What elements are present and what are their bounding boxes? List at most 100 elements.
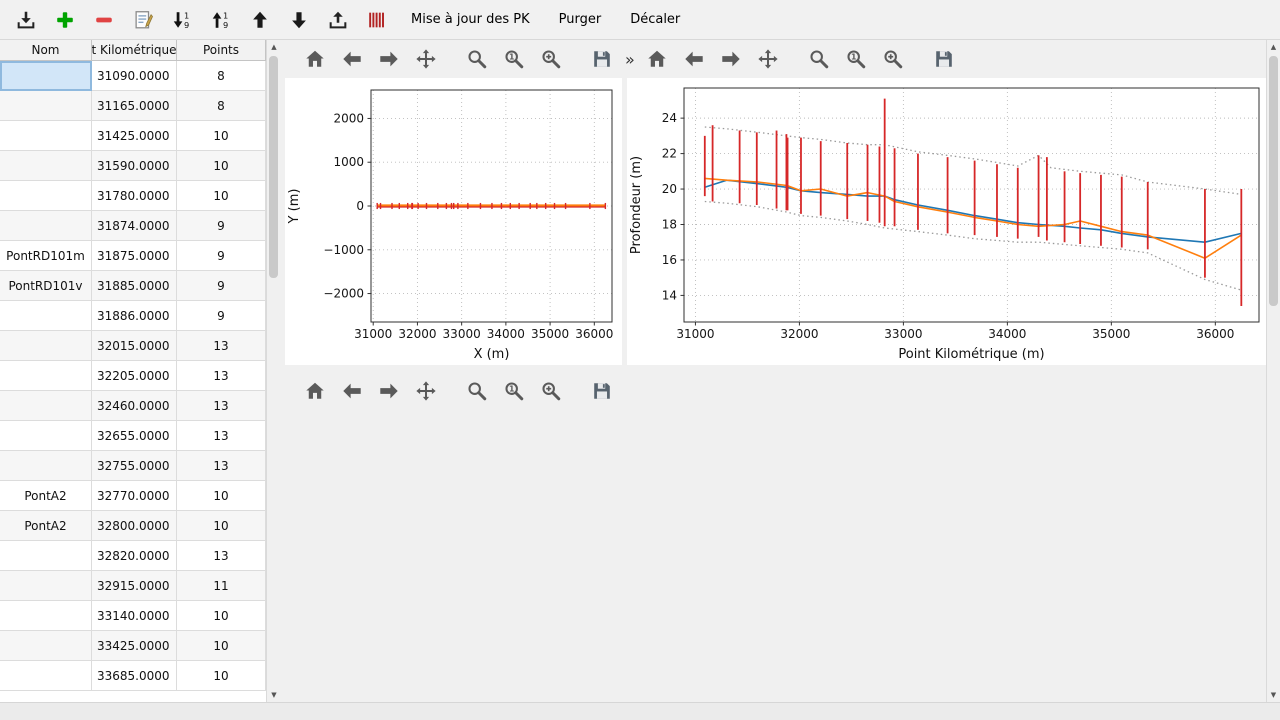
cell-points[interactable]: 10 [177,181,266,211]
cell-pk[interactable]: 31780.0000 [92,181,177,211]
cell-nom[interactable] [0,121,92,151]
zoom-in-button[interactable] [879,45,907,73]
home-button[interactable] [301,377,329,405]
zoom-original-button[interactable] [500,377,528,405]
cell-nom[interactable]: PontA2 [0,511,92,541]
zoom-rect-button[interactable] [463,45,491,73]
table-scrollbar[interactable]: ▲ ▼ [266,40,281,702]
cell-pk[interactable]: 33425.0000 [92,631,177,661]
move-up-button[interactable] [246,6,274,34]
home-button[interactable] [301,45,329,73]
move-down-button[interactable] [285,6,313,34]
plan-view-plot[interactable]: 310003200033000340003500036000−2000−1000… [285,78,622,365]
cell-pk[interactable]: 31425.0000 [92,121,177,151]
cell-nom[interactable] [0,661,92,691]
scroll-down-arrow-icon[interactable]: ▼ [267,688,281,702]
cell-nom[interactable] [0,61,92,91]
cell-points[interactable]: 10 [177,631,266,661]
cell-points[interactable]: 10 [177,151,266,181]
pan-button[interactable] [412,45,440,73]
zoom-rect-button[interactable] [463,377,491,405]
cell-pk[interactable]: 33140.0000 [92,601,177,631]
cell-nom[interactable] [0,541,92,571]
cell-nom[interactable] [0,601,92,631]
cell-pk[interactable]: 32800.0000 [92,511,177,541]
cell-points[interactable]: 10 [177,661,266,691]
cell-points[interactable]: 13 [177,451,266,481]
cell-nom[interactable] [0,211,92,241]
cell-nom[interactable]: PontRD101v [0,271,92,301]
cell-points[interactable]: 9 [177,271,266,301]
cell-points[interactable]: 8 [177,61,266,91]
purge-button[interactable]: Purger [550,8,611,31]
cell-points[interactable]: 9 [177,301,266,331]
save-figure-button[interactable] [930,45,958,73]
horizontal-scrollbar-track[interactable] [0,702,1280,720]
cell-pk[interactable]: 32205.0000 [92,361,177,391]
cell-pk[interactable]: 31090.0000 [92,61,177,91]
cell-nom[interactable]: PontRD101m [0,241,92,271]
column-header-pk[interactable]: t Kilométrique [92,40,177,60]
cell-nom[interactable] [0,391,92,421]
sort-ascending-button[interactable] [168,6,196,34]
cell-pk[interactable]: 31874.0000 [92,211,177,241]
cell-points[interactable]: 8 [177,91,266,121]
cell-points[interactable]: 9 [177,241,266,271]
cell-points[interactable]: 10 [177,511,266,541]
cell-pk[interactable]: 31875.0000 [92,241,177,271]
cell-pk[interactable]: 31165.0000 [92,91,177,121]
edit-list-button[interactable] [129,6,157,34]
zoom-in-button[interactable] [537,377,565,405]
cell-pk[interactable]: 33685.0000 [92,661,177,691]
cell-pk[interactable]: 32755.0000 [92,451,177,481]
cell-nom[interactable]: PontA2 [0,481,92,511]
profiles-button[interactable] [363,6,391,34]
export-button[interactable] [324,6,352,34]
shift-button[interactable]: Décaler [621,8,689,31]
table-scrollbar-handle[interactable] [269,56,278,278]
scroll-down-arrow-icon[interactable]: ▼ [1267,688,1280,702]
cell-pk[interactable]: 32915.0000 [92,571,177,601]
sort-descending-button[interactable] [207,6,235,34]
back-button[interactable] [338,45,366,73]
cell-points[interactable]: 13 [177,361,266,391]
cell-points[interactable]: 10 [177,601,266,631]
zoom-in-button[interactable] [537,45,565,73]
back-button[interactable] [680,45,708,73]
cell-nom[interactable] [0,571,92,601]
cell-nom[interactable] [0,181,92,211]
cell-nom[interactable] [0,631,92,661]
cell-nom[interactable] [0,331,92,361]
zoom-rect-button[interactable] [805,45,833,73]
cell-pk[interactable]: 31590.0000 [92,151,177,181]
import-button[interactable] [12,6,40,34]
home-button[interactable] [643,45,671,73]
cell-points[interactable]: 10 [177,481,266,511]
column-header-nom[interactable]: Nom [0,40,92,60]
zoom-original-button[interactable] [842,45,870,73]
cell-nom[interactable] [0,301,92,331]
save-figure-button[interactable] [588,45,616,73]
pan-button[interactable] [412,377,440,405]
cell-pk[interactable]: 31886.0000 [92,301,177,331]
cell-nom[interactable] [0,91,92,121]
right-scrollbar[interactable]: ▲ ▼ [1266,40,1280,702]
cell-nom[interactable] [0,451,92,481]
cell-points[interactable]: 13 [177,541,266,571]
cell-points[interactable]: 10 [177,121,266,151]
cell-pk[interactable]: 32655.0000 [92,421,177,451]
cell-pk[interactable]: 31885.0000 [92,271,177,301]
column-header-points[interactable]: Points [177,40,266,60]
forward-button[interactable] [717,45,745,73]
cell-nom[interactable] [0,361,92,391]
pan-button[interactable] [754,45,782,73]
cell-points[interactable]: 13 [177,421,266,451]
back-button[interactable] [338,377,366,405]
scroll-up-arrow-icon[interactable]: ▲ [267,40,281,54]
cell-points[interactable]: 11 [177,571,266,601]
cell-nom[interactable] [0,421,92,451]
zoom-original-button[interactable] [500,45,528,73]
forward-button[interactable] [375,45,403,73]
right-scrollbar-handle[interactable] [1269,56,1278,306]
cell-points[interactable]: 9 [177,211,266,241]
